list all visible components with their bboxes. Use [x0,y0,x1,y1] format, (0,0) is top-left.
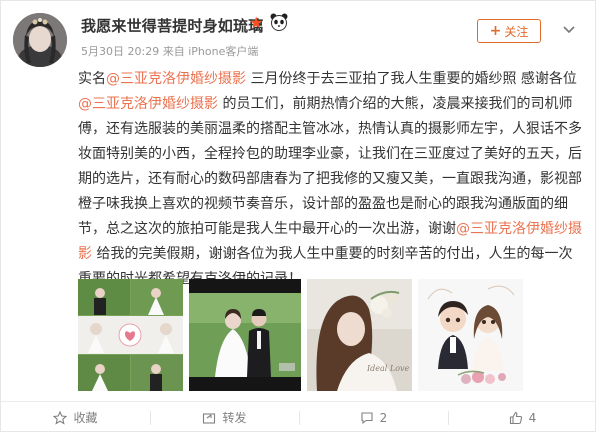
follow-button[interactable]: + 关注 [477,19,541,43]
like-count: 4 [528,410,537,425]
favorite-button[interactable]: 收藏 [1,402,150,432]
username[interactable]: 我愿来世得菩提时身如琉璃 [81,15,263,36]
post-text: 实名@三亚克洛伊婚纱摄影 三月份终于去三亚拍了我人生重要的婚纱照 感谢各位@三亚… [78,67,584,292]
repost-icon [203,412,216,424]
star-icon[interactable]: ★ [249,13,263,33]
user-avatar[interactable] [13,13,67,67]
post-image-4[interactable] [418,279,523,391]
source-prefix: 来自 [162,45,185,58]
thumb3-caption: Ideal Love [366,364,410,373]
post-meta: 5月30日 20:29 来自 iPhone客户端 [81,43,258,59]
thumbs-up-icon [509,411,522,424]
comment-icon [361,411,373,424]
mention-link[interactable]: @三亚克洛伊婚纱摄影 [78,96,218,112]
mention-link[interactable]: @三亚克洛伊婚纱摄影 [106,71,246,87]
repost-button[interactable]: 转发 [150,402,299,432]
post-image-3[interactable]: Ideal Love [307,279,412,391]
post-image-2[interactable] [189,279,301,391]
follow-label: 关注 [504,24,529,39]
comment-count: 2 [379,410,388,425]
like-button[interactable]: 4 [448,402,596,432]
comment-button[interactable]: 2 [299,402,448,432]
post-time[interactable]: 5月30日 20:29 [81,45,159,58]
plus-icon: + [489,23,502,39]
post-image-1[interactable] [78,279,183,391]
post-action-bar: 收藏 转发 2 4 [1,401,596,432]
post-text-segment: 三月份终于去三亚拍了我人生重要的婚纱照 感谢各位 [246,71,577,87]
favorite-label: 收藏 [73,411,98,425]
post-source[interactable]: iPhone客户端 [188,45,258,58]
star-outline-icon [53,410,68,425]
repost-label: 转发 [222,411,247,425]
post-text-segment: 实名 [78,71,106,87]
panda-icon[interactable] [269,12,289,32]
weibo-post-card: 我愿来世得菩提时身如琉璃 ★ 5月30日 20:29 来自 iPhone客户端 … [0,0,596,432]
chevron-down-icon[interactable] [561,21,577,37]
image-grid: Ideal Love [78,279,584,391]
post-text-segment: 的员工们，前期热情介绍的大熊，凌晨来接我们的司机师傅，还有选服装的美丽温柔的搭配… [78,96,582,237]
